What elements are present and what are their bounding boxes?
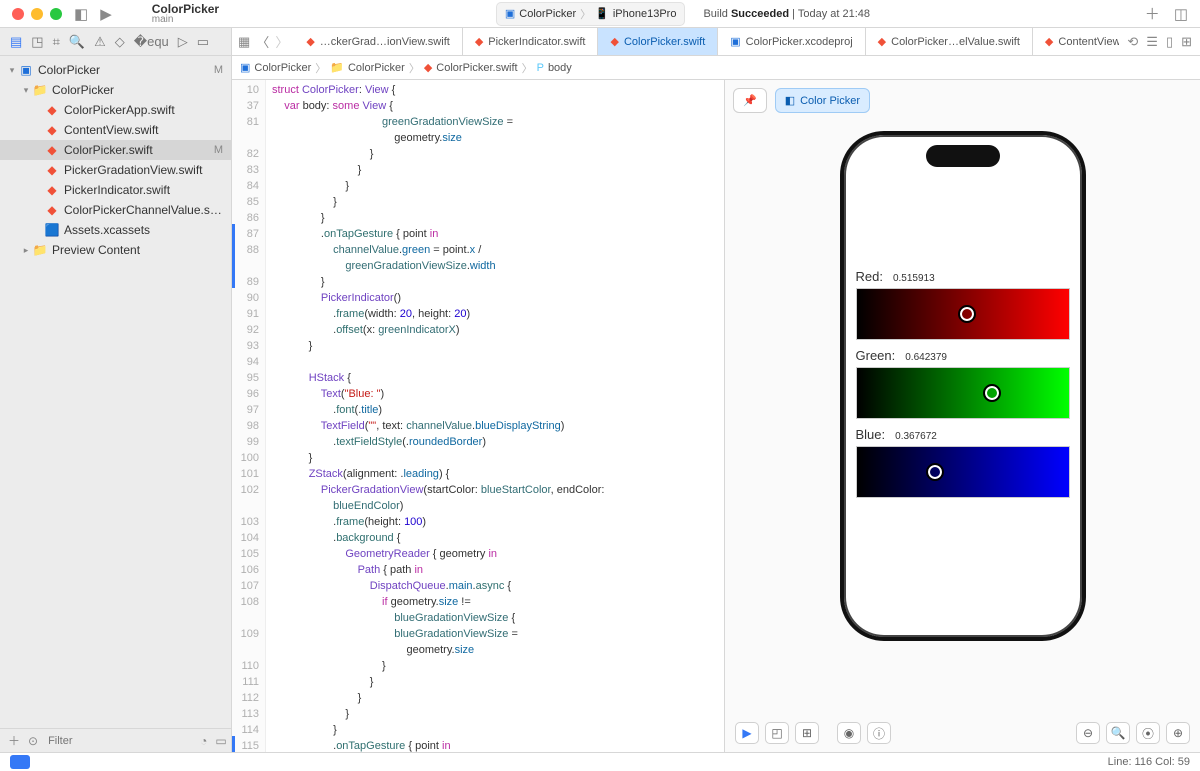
zoom-out-button[interactable]: ⊖ (1076, 722, 1100, 744)
issue-navigator-icon[interactable]: ⚠ (94, 34, 106, 50)
cursor-position: Line: 116 Col: 59 (1108, 756, 1190, 768)
accessibility-button[interactable]: ⓘ (867, 722, 891, 744)
zoom-window-button[interactable] (50, 8, 62, 20)
close-window-button[interactable] (12, 8, 24, 20)
channel-row: Red: 0.515913 (856, 269, 1070, 284)
device-frame: Red: 0.515913 Green: 0.642379 Blue: 0.36… (840, 131, 1086, 641)
swift-icon: ◆ (475, 35, 483, 48)
add-editor-icon[interactable]: ⊞ (1181, 34, 1192, 50)
debug-area-toggle[interactable] (10, 755, 30, 769)
test-navigator-icon[interactable]: ◇ (115, 34, 125, 50)
channel-name: Green: (856, 348, 896, 363)
status-bar: Line: 116 Col: 59 (0, 752, 1200, 771)
refresh-icon[interactable]: ⟲ (1127, 34, 1138, 50)
picker-indicator[interactable] (985, 386, 999, 400)
selectable-button[interactable]: ◰ (765, 722, 789, 744)
device-notch (926, 145, 1000, 167)
file-tab[interactable]: ◆PickerIndicator.swift (463, 28, 599, 55)
report-navigator-icon[interactable]: ▭ (197, 34, 209, 50)
channel-name: Red: (856, 269, 883, 284)
project-name: ColorPicker (152, 3, 219, 15)
file-item[interactable]: ◆ColorPickerChannelValue.s… (0, 200, 231, 220)
branch-name: main (152, 15, 219, 25)
scheme-selector[interactable]: ▣ ColorPicker 〉 📱 iPhone13Pro (496, 2, 686, 26)
symbol-navigator-icon[interactable]: ⌗ (53, 34, 60, 50)
pin-icon: 📌 (743, 94, 757, 107)
preview-content-folder[interactable]: ▸📁 Preview Content (0, 240, 231, 260)
swift-icon: ◆ (610, 35, 618, 48)
add-button[interactable]: ＋ (1145, 3, 1160, 24)
device-settings-button[interactable]: ◉ (837, 722, 861, 744)
swift-icon: ◆ (1045, 35, 1053, 48)
channel-value: 0.642379 (905, 352, 947, 363)
file-item[interactable]: ◆ContentView.swift (0, 120, 231, 140)
titlebar: ◧ ▶ ColorPicker main ▣ ColorPicker 〉 📱 i… (0, 0, 1200, 28)
jump-bar[interactable]: ▣ColorPicker〉 📁ColorPicker〉 ◆ColorPicker… (232, 56, 1200, 80)
file-tab[interactable]: ◆ColorPicker.swift (598, 28, 718, 55)
minimize-window-button[interactable] (31, 8, 43, 20)
channel-row: Green: 0.642379 (856, 348, 1070, 363)
editor-options-icon[interactable]: ☰ (1146, 34, 1158, 50)
file-tab[interactable]: ◆ContentView.sw (1033, 28, 1119, 55)
group-folder[interactable]: ▾📁 ColorPicker (0, 80, 231, 100)
debug-navigator-icon[interactable]: �equ (134, 34, 169, 50)
zoom-fit-button[interactable]: 🔍 (1106, 722, 1130, 744)
file-item[interactable]: ◆PickerGradationView.swift (0, 160, 231, 180)
file-tab[interactable]: ◆ColorPicker…elValue.swift (866, 28, 1033, 55)
filter-scope-icon[interactable]: ⊙ (28, 734, 38, 748)
preview-icon: ◧ (785, 94, 795, 107)
picker-indicator[interactable] (928, 465, 942, 479)
swift-icon: ◆ (306, 35, 314, 48)
project-navigator-icon[interactable]: ▤ (10, 34, 22, 50)
recent-filter-icon[interactable]: ◔ (200, 734, 207, 748)
library-button[interactable]: ◫ (1174, 5, 1188, 23)
variants-button[interactable]: ⊞ (795, 722, 819, 744)
preview-canvas: 📌 ◧ Color Picker Red: 0.515913 Green: 0.… (725, 80, 1200, 752)
file-tabs: ◆…ckerGrad…ionView.swift◆PickerIndicator… (294, 28, 1119, 55)
channel-value: 0.367672 (895, 431, 937, 442)
minimap-icon[interactable]: ▯ (1166, 34, 1173, 50)
file-item[interactable]: ◆ColorPicker.swiftM (0, 140, 231, 160)
proj-icon: ▣ (730, 35, 740, 48)
swift-icon: ◆ (878, 35, 886, 48)
toolbar-row: ▤ ◳ ⌗ 🔍 ⚠ ◇ �equ ▷ ▭ ▦ 〈 〉 ◆…ckerGrad…io… (0, 28, 1200, 56)
build-status: Build Succeeded | Today at 21:48 (703, 8, 870, 20)
file-tab[interactable]: ◆…ckerGrad…ionView.swift (294, 28, 462, 55)
channel-row: Blue: 0.367672 (856, 427, 1070, 442)
related-items-icon[interactable]: ▦ (238, 34, 250, 50)
scm-filter-icon[interactable]: ▭ (215, 734, 226, 748)
code-editor[interactable]: 1037818283848586878889909192939495969798… (232, 80, 725, 752)
picker-indicator[interactable] (960, 307, 974, 321)
source-control-navigator-icon[interactable]: ◳ (31, 34, 43, 50)
add-file-button[interactable]: ＋ (8, 732, 20, 749)
window-controls (0, 8, 74, 20)
preview-title-pill[interactable]: ◧ Color Picker (775, 88, 870, 113)
zoom-actual-button[interactable]: ⦿ (1136, 722, 1160, 744)
gradation-view[interactable] (856, 288, 1070, 340)
find-navigator-icon[interactable]: 🔍 (69, 34, 85, 50)
channel-name: Blue: (856, 427, 886, 442)
file-tab[interactable]: ▣ColorPicker.xcodeproj (718, 28, 865, 55)
zoom-in-button[interactable]: ⊕ (1166, 722, 1190, 744)
navigator-footer: ＋ ⊙ ◔ ▭ (0, 728, 231, 752)
run-button[interactable]: ▶ (100, 5, 112, 23)
channel-value: 0.515913 (893, 273, 935, 284)
project-navigator: ▾▣ ColorPicker M ▾📁 ColorPicker ◆ColorPi… (0, 56, 232, 752)
gradation-view[interactable] (856, 446, 1070, 498)
gradation-view[interactable] (856, 367, 1070, 419)
project-root[interactable]: ▾▣ ColorPicker M (0, 60, 231, 80)
pin-preview-button[interactable]: 📌 (733, 88, 767, 113)
sidebar-toggle-icon[interactable]: ◧ (74, 5, 88, 23)
file-item[interactable]: ◆PickerIndicator.swift (0, 180, 231, 200)
back-button[interactable]: 〈 (256, 32, 269, 51)
file-item[interactable]: 🟦Assets.xcassets (0, 220, 231, 240)
forward-button[interactable]: 〉 (275, 32, 288, 51)
filter-input[interactable] (46, 734, 192, 748)
live-preview-button[interactable]: ▶ (735, 722, 759, 744)
file-item[interactable]: ◆ColorPickerApp.swift (0, 100, 231, 120)
breakpoint-navigator-icon[interactable]: ▷ (178, 34, 188, 50)
navigator-selector: ▤ ◳ ⌗ 🔍 ⚠ ◇ �equ ▷ ▭ (0, 28, 232, 55)
